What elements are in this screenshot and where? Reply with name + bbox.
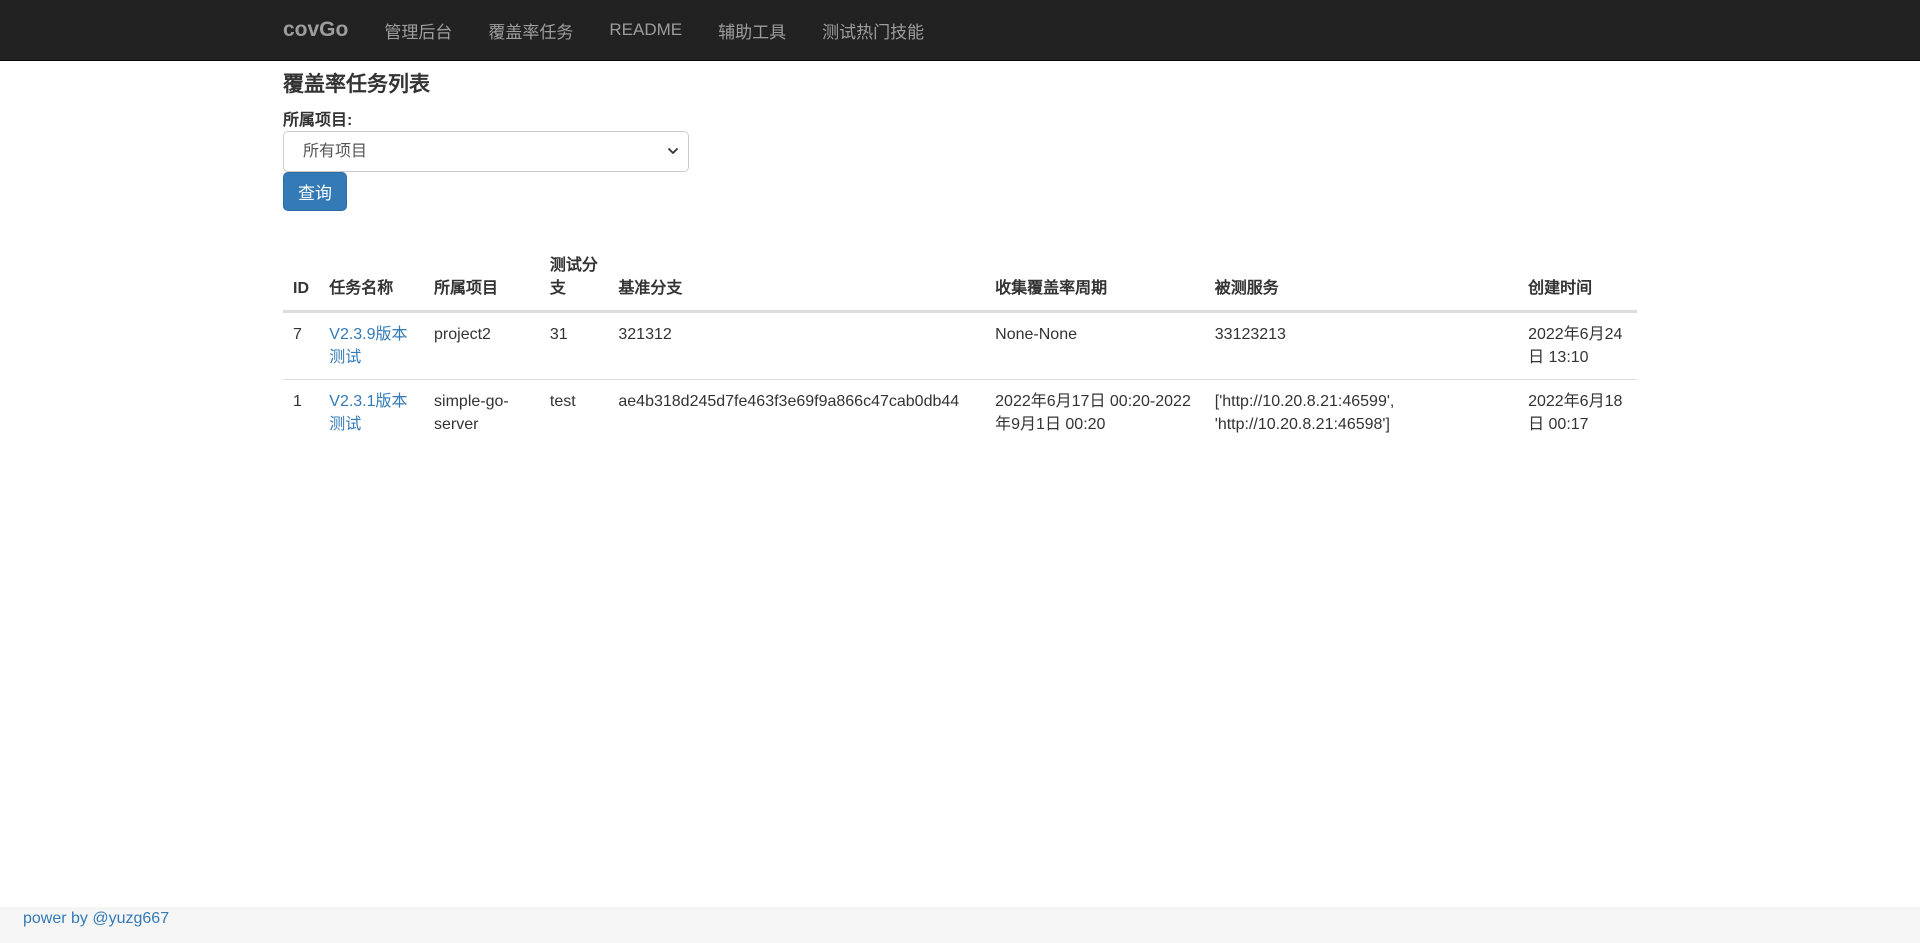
cell-service: 33123213	[1204, 311, 1519, 380]
cell-base-branch: ae4b318d245d7fe463f3e69f9a866c47cab0db44	[618, 393, 960, 410]
footer: power by @yuzg667	[0, 907, 1920, 943]
cell-base-branch: 321312	[608, 311, 986, 380]
navbar-inner: covGo 管理后台 覆盖率任务 README 辅助工具 测试热门技能	[283, 0, 960, 60]
task-name-link[interactable]: V2.3.9版本测试	[329, 326, 407, 366]
cell-service: ['http://10.20.8.21:46599', 'http://10.2…	[1214, 393, 1395, 433]
cell-coverage-period: None-None	[985, 311, 1205, 380]
cell-task-name: V2.3.1版本测试	[319, 380, 424, 447]
header-task-name: 任务名称	[319, 244, 425, 313]
table-row: 1 V2.3.1版本测试 simple-go-server test ae4b3…	[283, 380, 1637, 447]
project-select[interactable]: 所有项目	[283, 131, 689, 172]
cell-id: 7	[283, 311, 320, 380]
cell-task-name: V2.3.9版本测试	[319, 311, 425, 380]
project-select-value: 所有项目	[303, 143, 368, 160]
header-project: 所属项目	[424, 244, 540, 313]
cell-project: project2	[424, 311, 540, 380]
cell-test-branch: test	[549, 393, 576, 410]
header-id: ID	[283, 244, 320, 313]
cell-id: 1	[293, 393, 302, 410]
header-coverage-period: 收集覆盖率周期	[985, 244, 1205, 313]
table-row: 7 V2.3.9版本测试 project2 31 321312 None-Non…	[283, 311, 1637, 380]
header-test-branch: 测试分支	[539, 244, 609, 313]
brand-link[interactable]: covGo	[283, 18, 348, 42]
cell-coverage-period: 2022年6月17日 00:20-2022年9月1日 00:20	[995, 393, 1191, 433]
cell-created-time: 2022年6月18日 00:17	[1528, 393, 1623, 433]
header-service: 被测服务	[1204, 244, 1519, 313]
nav-link-admin[interactable]: 管理后台	[384, 18, 452, 43]
cell-project: simple-go-server	[434, 393, 509, 433]
query-button[interactable]: 查询	[283, 172, 347, 211]
header-created-time: 创建时间	[1518, 244, 1637, 313]
nav-link-hot-skills[interactable]: 测试热门技能	[822, 18, 924, 43]
nav-link-coverage-tasks[interactable]: 覆盖率任务	[488, 18, 573, 43]
task-table: ID 任务名称 所属项目 测试分支 基准分支 收集覆盖率周期 被测服务 创建时间…	[283, 244, 1637, 446]
header-base-branch: 基准分支	[608, 244, 986, 313]
main-container: 覆盖率任务列表 所属项目: 所有项目 查询 ID 任务名称 所属项目 测试分支 …	[283, 61, 1637, 446]
cell-created-time: 2022年6月24日 13:10	[1518, 311, 1637, 380]
nav-link-readme[interactable]: README	[609, 20, 682, 40]
chevron-down-icon	[668, 148, 678, 154]
top-navbar: covGo 管理后台 覆盖率任务 README 辅助工具 测试热门技能	[0, 0, 1920, 61]
cell-test-branch: 31	[539, 311, 609, 380]
task-name-link[interactable]: V2.3.1版本测试	[329, 393, 407, 433]
project-filter-label: 所属项目:	[283, 112, 353, 129]
nav-link-tools[interactable]: 辅助工具	[718, 18, 786, 43]
table-header-row: ID 任务名称 所属项目 测试分支 基准分支 收集覆盖率周期 被测服务 创建时间	[283, 244, 1637, 313]
page-title: 覆盖率任务列表	[283, 73, 430, 96]
footer-credit: power by @yuzg667	[23, 910, 170, 927]
